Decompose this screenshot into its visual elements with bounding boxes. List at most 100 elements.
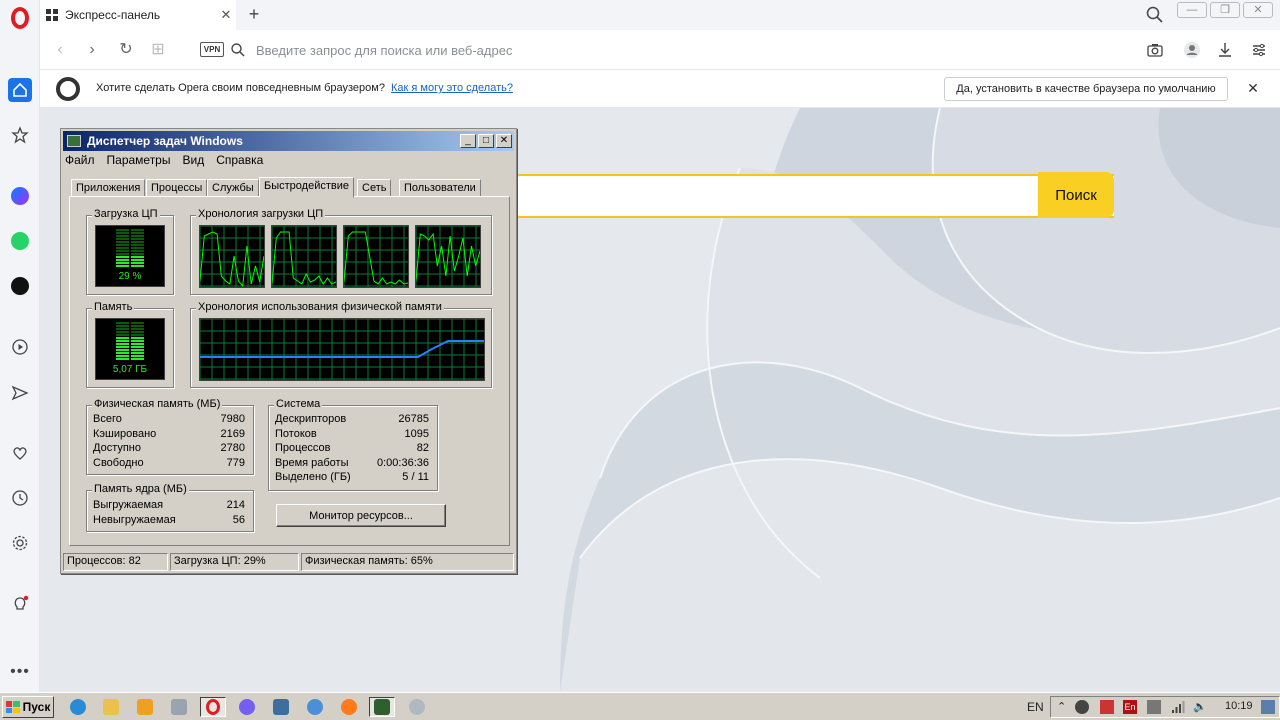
tm-minimize-button[interactable]: _ (460, 134, 476, 148)
memory-meter-segment (116, 325, 129, 327)
performance-panel: Загрузка ЦП 29 % Хронология загрузки ЦП … (69, 196, 510, 546)
volume-icon[interactable]: 🔈 (1193, 700, 1207, 714)
cpu-meter: 29 % (95, 225, 165, 287)
vpn-badge[interactable]: VPN (200, 42, 224, 57)
opera-menu-button[interactable] (8, 6, 32, 30)
sidebar-history-button[interactable] (8, 486, 32, 510)
tab-network[interactable]: Сеть (357, 179, 392, 197)
memory-label: Память (92, 301, 135, 313)
memory-meter-segment (116, 358, 129, 360)
sidebar-bookmarks-button[interactable] (8, 123, 32, 147)
memory-meter-segment (131, 358, 144, 360)
start-label: Пуск (22, 700, 51, 714)
how-to-link[interactable]: Как я могу это сделать? (391, 82, 513, 94)
new-tab-button[interactable]: + (244, 4, 264, 24)
memory-meter-segment (131, 337, 144, 339)
tray-expand-icon[interactable]: ⌃ (1057, 700, 1071, 714)
tab-processes[interactable]: Процессы (146, 179, 208, 197)
tab-overview-button[interactable]: ⊞ (148, 40, 168, 60)
start-button[interactable]: Пуск (2, 696, 54, 718)
taskbar-calculator[interactable] (166, 697, 192, 717)
set-default-button[interactable]: Да, установить в качестве браузера по ум… (944, 77, 1228, 101)
phys-row-available: Доступно 2780 (93, 442, 245, 454)
network-icon[interactable] (1171, 700, 1185, 714)
tray-usb-icon[interactable] (1147, 700, 1161, 714)
memory-usage-value: 5,07 ГБ (112, 364, 148, 375)
tab-services[interactable]: Службы (207, 179, 259, 197)
default-browser-question: Хотите сделать Opera своим повседневным … (96, 82, 385, 94)
taskbar-ie[interactable] (65, 697, 91, 717)
cpu-meter-segment (131, 259, 144, 261)
cpu-core-graph (271, 225, 337, 288)
menu-help[interactable]: Справка (216, 153, 263, 167)
resource-monitor-button[interactable]: Монитор ресурсов... (276, 504, 446, 527)
sidebar-more-icon[interactable]: ••• (8, 660, 32, 684)
menu-file[interactable]: Файл (65, 153, 95, 167)
forward-button[interactable]: › (82, 40, 102, 60)
taskbar-viber[interactable] (234, 697, 260, 717)
tm-close-button[interactable]: ✕ (496, 134, 512, 148)
profile-icon[interactable] (1182, 40, 1202, 60)
tray-lang-switcher-icon[interactable]: En (1123, 700, 1137, 714)
menu-view[interactable]: Вид (182, 153, 204, 167)
address-input[interactable] (256, 39, 1136, 61)
minimize-button[interactable]: — (1177, 2, 1207, 18)
tab-applications[interactable]: Приложения (71, 179, 146, 197)
phys-row-free: Свободно 779 (93, 457, 245, 469)
tab-speed-dial[interactable]: Экспресс-панель ✕ (40, 0, 236, 30)
taskbar-task-manager[interactable] (369, 697, 395, 717)
sidebar-pinboard-button[interactable] (8, 441, 32, 465)
close-bar-icon[interactable]: ✕ (1244, 79, 1262, 97)
memory-history-graph (199, 318, 485, 381)
cpu-core-graph (415, 225, 481, 288)
opera-logo-icon (56, 77, 80, 101)
clock[interactable]: 10:19 (1225, 700, 1253, 712)
sidebar-settings-button[interactable] (8, 531, 32, 555)
language-indicator[interactable]: EN (1027, 700, 1044, 714)
cpu-history-group: Хронология загрузки ЦП (190, 208, 492, 295)
taskbar-opera[interactable] (200, 697, 226, 717)
taskbar-tool[interactable] (404, 697, 430, 717)
reload-button[interactable]: ↻ (116, 40, 136, 60)
menu-options[interactable]: Параметры (107, 153, 171, 167)
tab-close-icon[interactable]: ✕ (216, 7, 236, 23)
cpu-meter-segment (131, 262, 144, 264)
sidebar-home-button[interactable] (8, 78, 32, 102)
sys-row-processes: Процессов 82 (275, 442, 429, 454)
task-manager-titlebar[interactable]: Диспетчер задач Windows _ □ ✕ (63, 131, 514, 151)
tab-performance[interactable]: Быстродействие (259, 177, 354, 198)
tray-app-icon[interactable] (1075, 700, 1089, 714)
camera-icon[interactable] (1145, 40, 1165, 60)
search-button[interactable]: Поиск (1038, 172, 1114, 218)
sidebar-whatsapp-button[interactable] (8, 229, 32, 253)
cpu-meter-segment (116, 235, 129, 237)
taskbar-firefox[interactable] (336, 697, 362, 717)
taskbar-qbittorrent[interactable] (302, 697, 328, 717)
memory-meter-segment (116, 352, 129, 354)
close-window-button[interactable]: ✕ (1243, 2, 1273, 18)
taskbar-media[interactable] (132, 697, 158, 717)
memory-meter-segment (116, 340, 129, 342)
download-icon[interactable] (1215, 40, 1235, 60)
back-button[interactable]: ‹ (50, 40, 70, 60)
cpu-core-4-graph (416, 226, 480, 287)
taskbar-explorer[interactable] (98, 697, 124, 717)
sidebar-tiktok-button[interactable] (8, 274, 32, 298)
sidebar-player-button[interactable] (8, 335, 32, 359)
tm-maximize-button[interactable]: □ (478, 134, 494, 148)
tab-search-icon[interactable] (1145, 5, 1165, 25)
easy-setup-icon[interactable] (1249, 40, 1269, 60)
sidebar-messenger-button[interactable] (8, 184, 32, 208)
taskbar: Пуск EN ⌃ En 🔈 10:19 (0, 692, 1280, 720)
sidebar-tips-button[interactable] (8, 592, 32, 616)
tray-security-icon[interactable] (1100, 700, 1114, 714)
search-field[interactable] (514, 174, 1114, 218)
tab-users[interactable]: Пользователи (399, 179, 481, 197)
show-desktop-icon[interactable] (1261, 700, 1275, 714)
sidebar-flow-button[interactable] (8, 381, 32, 405)
opera-icon (206, 699, 220, 715)
memory-meter-segment (131, 325, 144, 327)
taskbar-app[interactable] (268, 697, 294, 717)
maximize-button[interactable]: ❐ (1210, 2, 1240, 18)
cpu-meter-segment (116, 262, 129, 264)
